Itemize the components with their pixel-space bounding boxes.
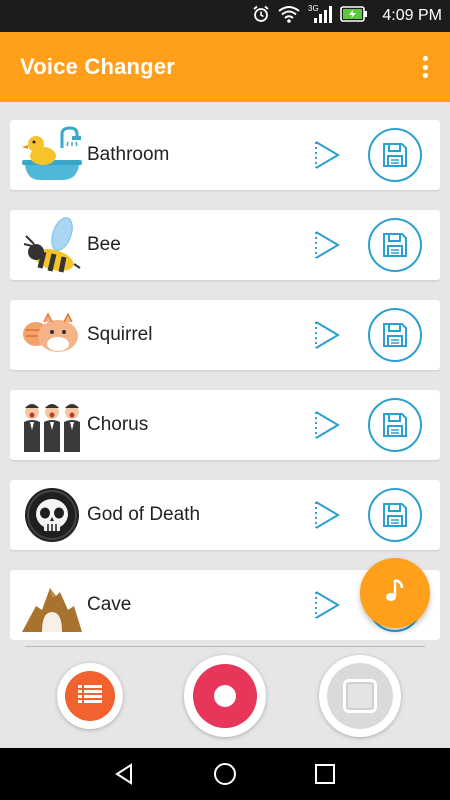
- cave-icon: [22, 576, 82, 634]
- play-icon[interactable]: [310, 139, 342, 171]
- effect-row-bathroom[interactable]: Bathroom: [10, 120, 440, 190]
- bee-icon: [22, 216, 82, 274]
- music-note-icon: [380, 576, 410, 611]
- effect-label: God of Death: [87, 504, 201, 525]
- battery-charging-icon: [340, 5, 368, 27]
- app-bar: Voice Changer: [0, 32, 450, 102]
- effect-label: Chorus: [87, 414, 149, 435]
- save-icon[interactable]: [368, 398, 422, 452]
- effects-list[interactable]: Bathroom Bee Squirrel Chorus God of Deat…: [10, 120, 440, 640]
- effect-label: Bathroom: [87, 144, 170, 165]
- effect-label: Bee: [87, 234, 121, 255]
- status-bar: 3G 4:09 PM: [0, 0, 450, 32]
- music-note-fab[interactable]: [360, 558, 430, 628]
- status-time: 4:09 PM: [382, 7, 442, 24]
- record-icon: [214, 685, 236, 707]
- recordings-list-button[interactable]: [57, 663, 123, 729]
- play-icon[interactable]: [310, 499, 342, 531]
- effect-row-chorus[interactable]: Chorus: [10, 390, 440, 460]
- save-icon[interactable]: [368, 488, 422, 542]
- effect-label: Cave: [87, 594, 132, 615]
- home-icon[interactable]: [213, 762, 237, 786]
- stop-icon: [343, 679, 377, 713]
- play-icon[interactable]: [310, 319, 342, 351]
- save-icon[interactable]: [368, 218, 422, 272]
- record-button[interactable]: [184, 655, 266, 737]
- play-icon[interactable]: [310, 409, 342, 441]
- back-icon[interactable]: [113, 762, 137, 786]
- wifi-icon: [278, 5, 301, 28]
- save-icon[interactable]: [368, 308, 422, 362]
- stop-button[interactable]: [319, 655, 401, 737]
- save-icon[interactable]: [368, 128, 422, 182]
- squirrel-icon: [22, 306, 82, 364]
- effect-row-squirrel[interactable]: Squirrel: [10, 300, 440, 370]
- effect-label: Squirrel: [87, 324, 153, 345]
- divider: [25, 646, 425, 647]
- system-nav-bar: [0, 748, 450, 800]
- signal-icon: 3G: [308, 4, 333, 29]
- play-icon[interactable]: [310, 589, 342, 621]
- alarm-icon: [252, 5, 270, 28]
- app-title: Voice Changer: [20, 54, 176, 79]
- skull-icon: [22, 486, 82, 544]
- list-icon: [77, 683, 103, 710]
- play-icon[interactable]: [310, 229, 342, 261]
- chorus-singers-icon: [22, 396, 82, 454]
- effect-row-bee[interactable]: Bee: [10, 210, 440, 280]
- effect-row-god-of-death[interactable]: God of Death: [10, 480, 440, 550]
- network-type-label: 3G: [308, 4, 319, 13]
- overflow-menu-icon[interactable]: [420, 56, 430, 78]
- recents-icon[interactable]: [313, 762, 337, 786]
- bathtub-duck-icon: [22, 126, 82, 184]
